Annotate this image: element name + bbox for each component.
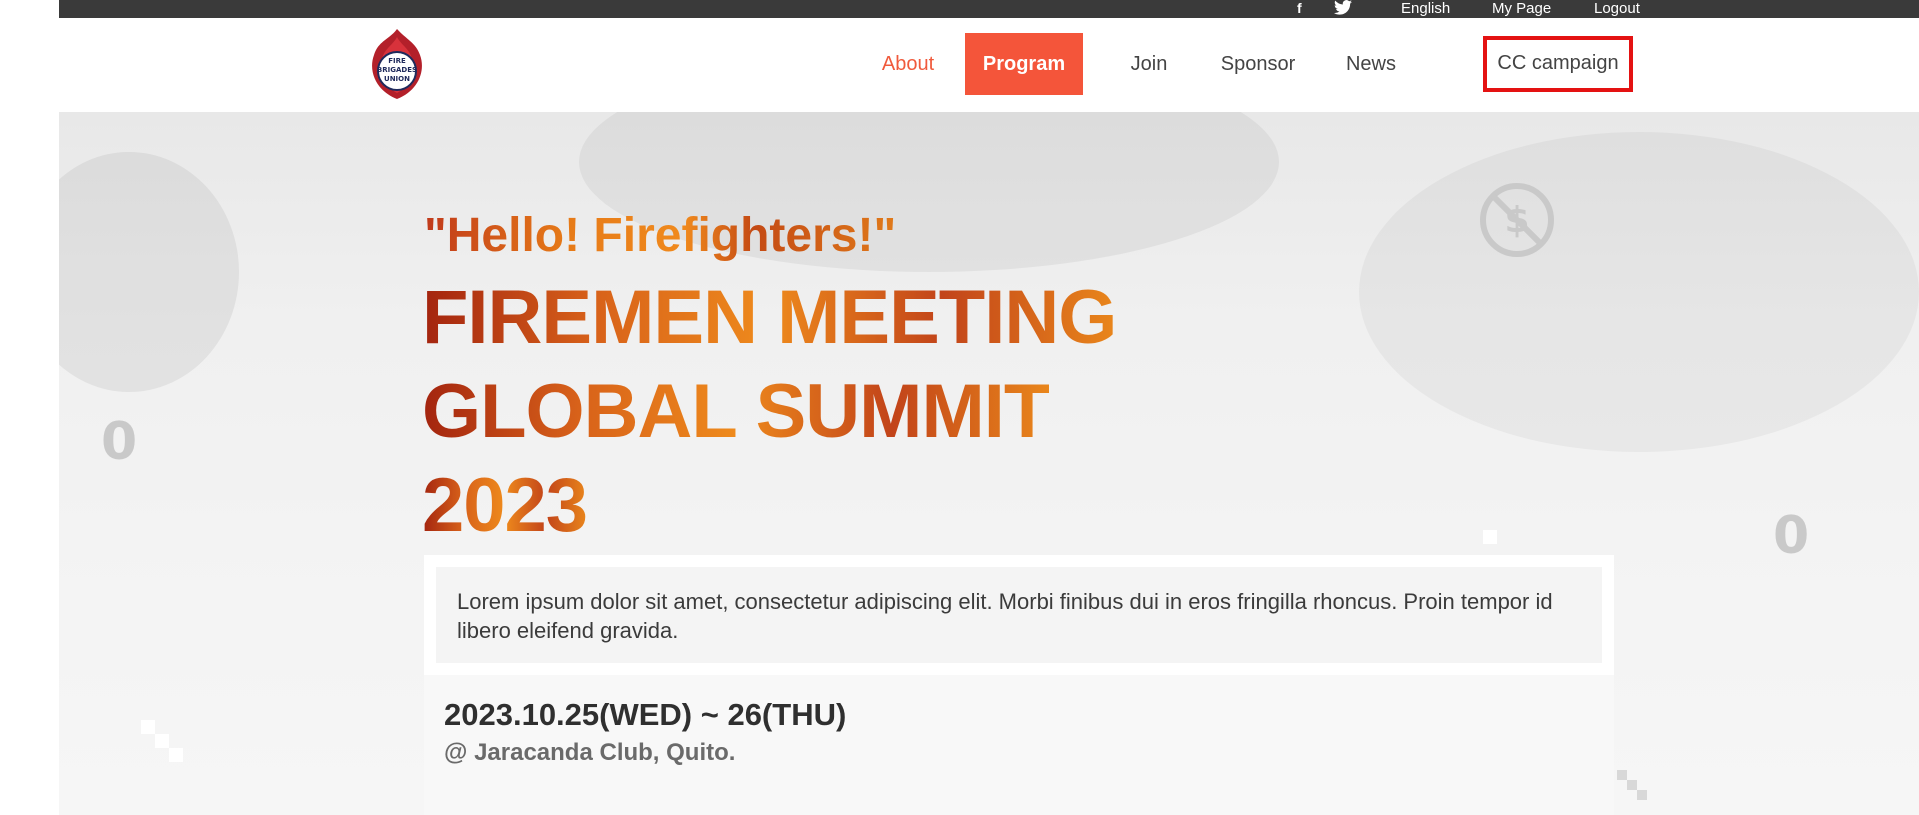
nav-program[interactable]: Program (965, 33, 1083, 95)
pixel-decoration (169, 748, 183, 762)
hero-greeting: "Hello! Firefighters!" (424, 209, 897, 262)
nav-join[interactable]: Join (1121, 33, 1177, 95)
twitter-icon[interactable] (1334, 0, 1352, 17)
svg-text:$: $ (1504, 200, 1529, 241)
hero-title-line1: FIREMEN MEETING (422, 275, 1117, 360)
background-figure (1359, 132, 1919, 452)
facebook-icon[interactable]: f (1297, 1, 1302, 15)
svg-text:BRIGADES: BRIGADES (377, 66, 417, 74)
pixel-decoration (141, 720, 155, 734)
nav-news[interactable]: News (1340, 33, 1402, 95)
page: f English My Page Logout FIRE BRIGADES U… (59, 0, 1919, 815)
decorative-zero: 0 (1773, 506, 1810, 566)
pixel-decoration (1483, 530, 1497, 544)
language-link[interactable]: English (1401, 1, 1450, 17)
nav-cc-campaign[interactable]: CC campaign (1483, 36, 1633, 92)
hero-section: $ 0 0 "Hello! Firefighters!" FIREMEN MEE… (59, 112, 1919, 815)
no-money-icon: $ (1480, 183, 1554, 257)
nav-sponsor[interactable]: Sponsor (1213, 33, 1303, 95)
pixel-decoration (155, 734, 169, 748)
svg-text:UNION: UNION (384, 75, 410, 83)
event-date: 2023.10.25(WED) ~ 26(THU) (444, 697, 847, 732)
description-box: Lorem ipsum dolor sit amet, consectetur … (424, 555, 1614, 675)
description-inner: Lorem ipsum dolor sit amet, consectetur … (436, 567, 1602, 663)
fire-brigades-union-logo[interactable]: FIRE BRIGADES UNION (364, 27, 430, 101)
event-info-box: 2023.10.25(WED) ~ 26(THU) @ Jaracanda Cl… (424, 675, 1614, 815)
pixel-decoration (1637, 790, 1647, 800)
my-page-link[interactable]: My Page (1492, 1, 1551, 17)
hero-title-line2: GLOBAL SUMMIT (422, 369, 1050, 454)
background-figure (59, 152, 239, 392)
main-header: FIRE BRIGADES UNION About Program Join S… (59, 18, 1919, 112)
decorative-zero: 0 (101, 412, 138, 472)
event-venue: @ Jaracanda Club, Quito. (444, 739, 736, 766)
svg-text:FIRE: FIRE (388, 57, 406, 65)
top-utility-bar: f English My Page Logout (59, 0, 1919, 18)
pixel-decoration (1617, 770, 1627, 780)
pixel-decoration (1627, 780, 1637, 790)
nav-about[interactable]: About (855, 33, 961, 95)
hero-description: Lorem ipsum dolor sit amet, consectetur … (457, 589, 1553, 643)
hero-title-line3: 2023 (422, 463, 588, 548)
logout-link[interactable]: Logout (1594, 1, 1640, 17)
